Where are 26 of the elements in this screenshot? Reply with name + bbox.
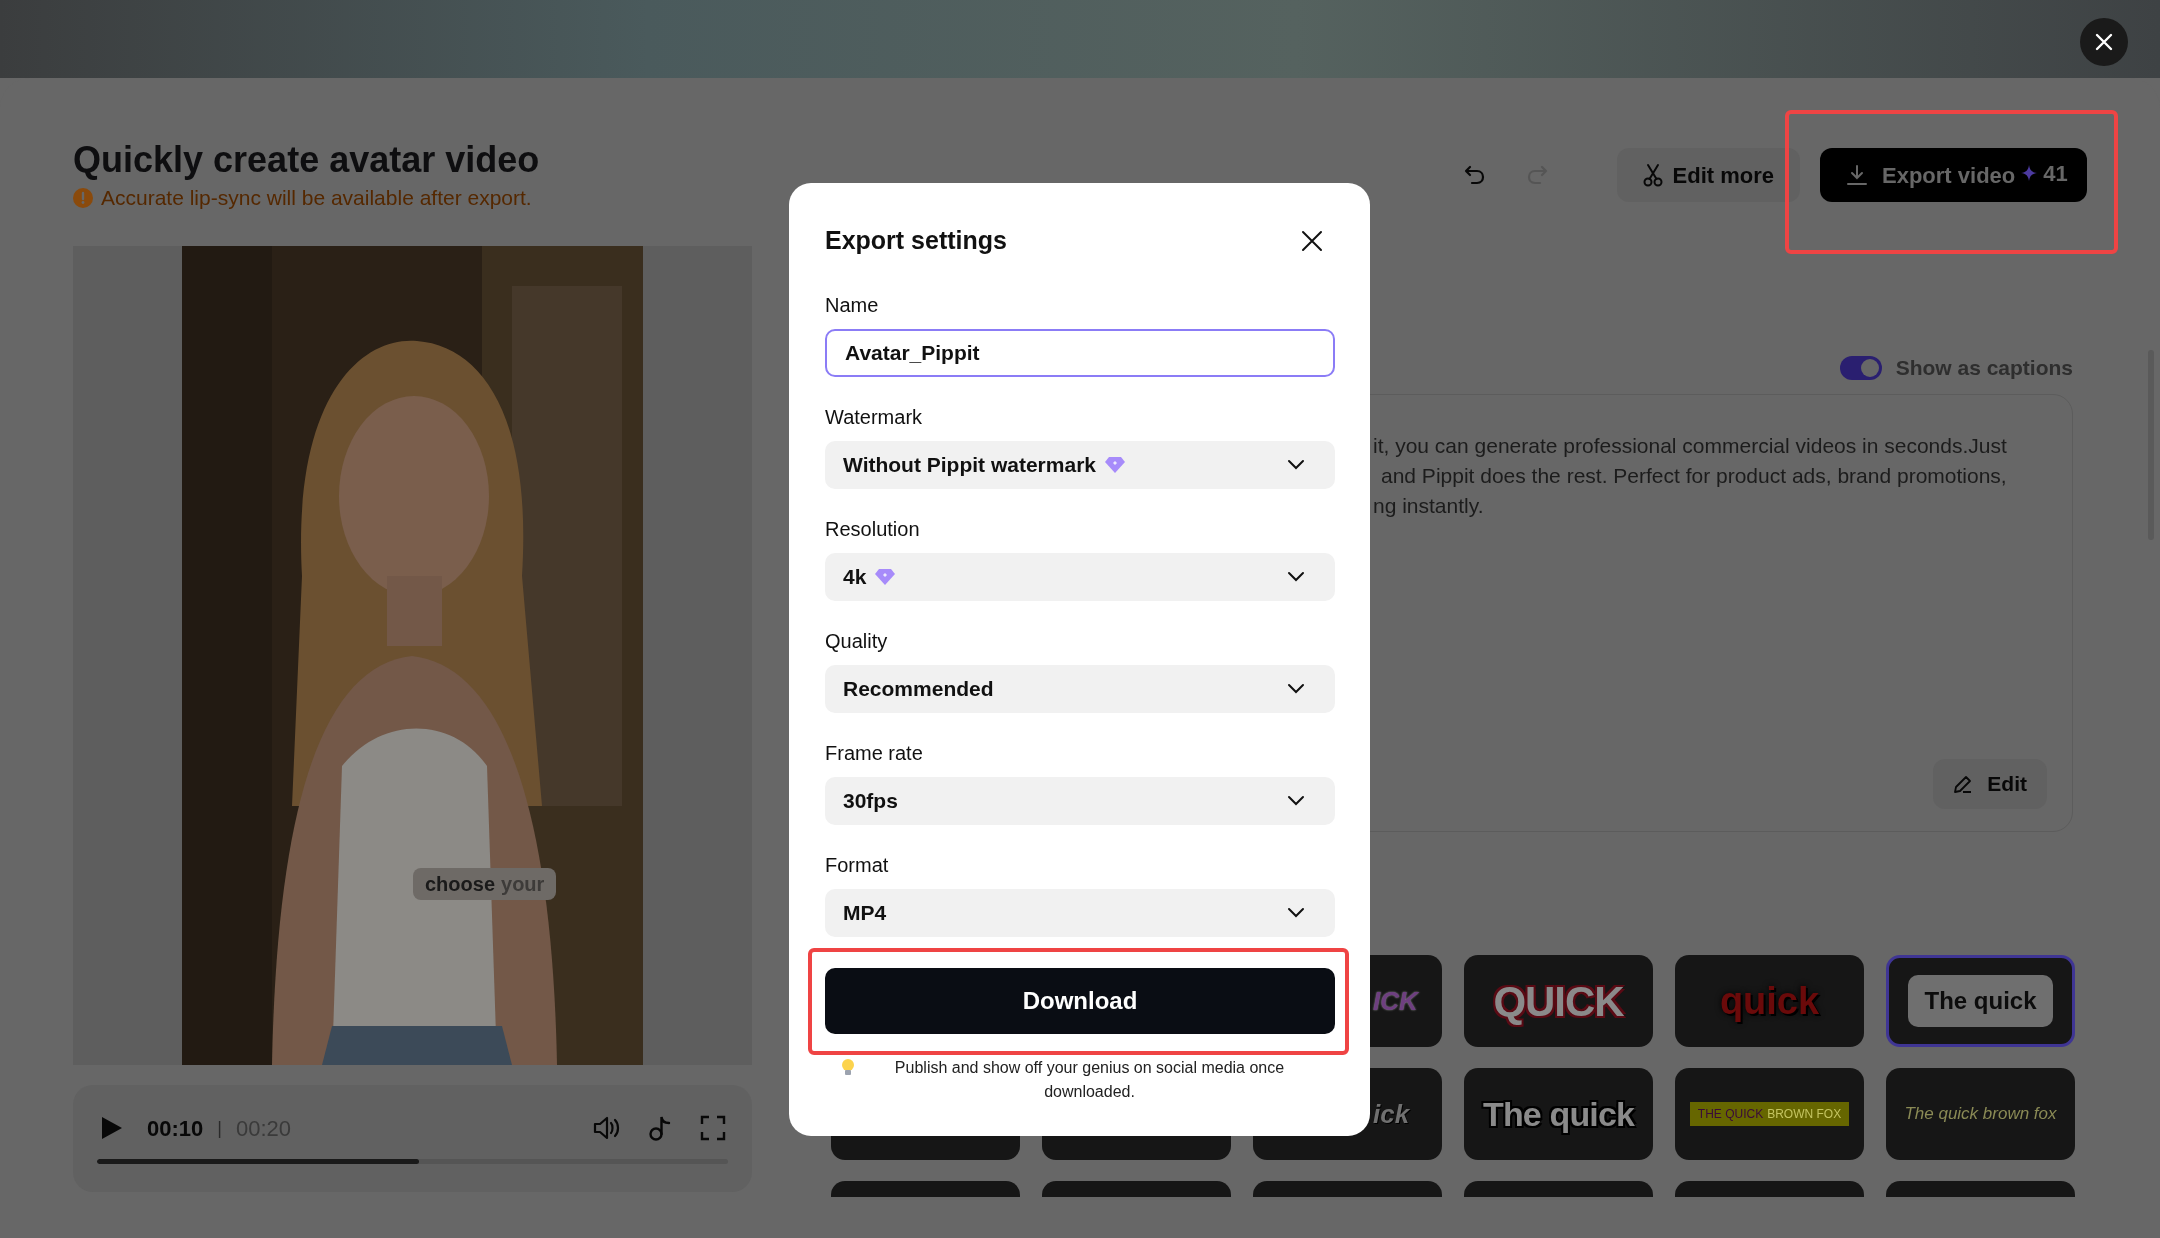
page-title: Quickly create avatar video xyxy=(73,138,541,182)
toggle-label: Show as captions xyxy=(1895,355,2073,382)
style-sample: The quick brown fox xyxy=(1904,1103,2057,1126)
current-time: 00:10 xyxy=(147,1114,204,1143)
style-sample: QUICK xyxy=(1493,976,1624,1027)
time-separator: | xyxy=(217,1116,222,1140)
field-label: Format xyxy=(825,853,890,878)
dialog-title: Export settings xyxy=(825,225,1007,257)
style-sample: The quick xyxy=(1908,975,2053,1027)
style-sample: ICK xyxy=(1373,984,1418,1018)
script-text-line: and Pippit does the rest. Perfect for product ads, brand promotions, xyxy=(1380,463,2008,489)
field-label: Quality xyxy=(825,629,889,654)
caption-word: choose xyxy=(425,872,496,897)
style-sample: quick xyxy=(1719,978,1820,1024)
field-label: Resolution xyxy=(825,517,921,542)
tip-text: Publish and show off your genius on social media once downloaded. xyxy=(893,1058,1286,1102)
script-text-line: it, you can generate professional commercial videos in seconds.Just xyxy=(1373,433,2008,459)
style-sample: ick xyxy=(1373,1097,1410,1131)
style-sample: THE QUICK xyxy=(1697,1106,1764,1123)
script-text-line: ng instantly. xyxy=(1373,493,1485,519)
style-sample: BROWN FOX xyxy=(1767,1106,1842,1123)
field-label: Watermark xyxy=(825,405,924,430)
style-sample: The quick xyxy=(1482,1093,1634,1135)
warning-text: Accurate lip-sync will be available after export. xyxy=(101,185,532,211)
field-label: Name xyxy=(825,293,880,318)
field-label: Frame rate xyxy=(825,741,924,766)
